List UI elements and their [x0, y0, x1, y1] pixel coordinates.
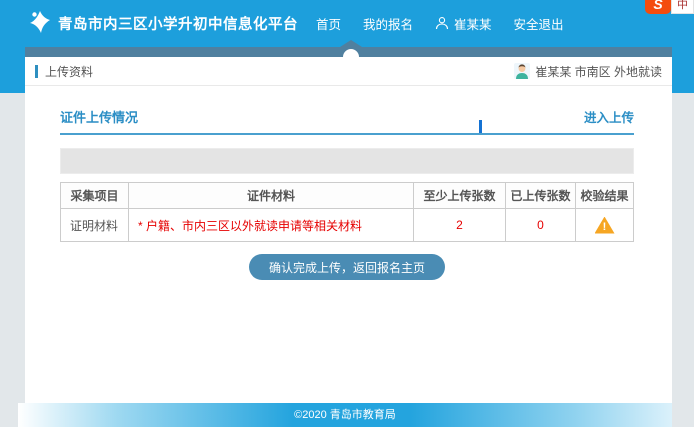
upload-status-table: 采集项目 证件材料 至少上传张数 已上传张数 校验结果 证明材料 * 户籍、市内…	[60, 182, 634, 242]
secondary-bar	[25, 47, 672, 57]
nav-item-home[interactable]: 首页	[316, 14, 341, 33]
bird-logo-icon	[30, 10, 50, 36]
cell-material: * 户籍、市内三区以外就读申请等相关材料	[129, 209, 414, 242]
ime-chinese-mode-toggle[interactable]: 中	[671, 0, 694, 14]
confirm-upload-return-button[interactable]: 确认完成上传，返回报名主页	[249, 254, 445, 280]
col-header-category: 采集项目	[61, 183, 129, 209]
empty-notice-box	[60, 148, 634, 174]
section-underline	[60, 133, 634, 135]
student-avatar-icon	[514, 63, 530, 79]
cell-check-result	[576, 209, 634, 242]
table-row: 证明材料 * 户籍、市内三区以外就读申请等相关材料 2 0	[61, 209, 634, 242]
nav-item-logout[interactable]: 安全退出	[514, 14, 564, 33]
cell-uploaded-count: 0	[506, 209, 576, 242]
breadcrumb-label: 上传资料	[45, 63, 93, 80]
sogou-ime-icon[interactable]: S	[645, 0, 671, 14]
page-title: 青岛市内三区小学升初中信息化平台	[58, 13, 298, 34]
enter-upload-link[interactable]: 进入上传	[584, 107, 634, 126]
user-icon	[435, 16, 449, 30]
col-header-check-result: 校验结果	[576, 183, 634, 209]
col-header-uploaded-count: 已上传张数	[506, 183, 576, 209]
section-title: 证件上传情况	[60, 107, 138, 126]
cell-category: 证明材料	[61, 209, 129, 242]
warning-triangle-icon	[595, 217, 615, 234]
content-card: 上传资料 崔某某 市南区 外地就读 证件上传情况 进入上传 采集项目 证	[25, 57, 672, 403]
cell-min-count: 2	[414, 209, 506, 242]
col-header-material: 证件材料	[129, 183, 414, 209]
table-header-row: 采集项目 证件材料 至少上传张数 已上传张数 校验结果	[61, 183, 634, 209]
footer-copyright: ©2020 青岛市教育局	[18, 403, 672, 427]
col-header-min-count: 至少上传张数	[414, 183, 506, 209]
text-cursor-bar	[479, 120, 482, 133]
nav-username: 崔某某	[454, 14, 492, 33]
nav-user-menu[interactable]: 崔某某	[435, 14, 492, 33]
active-tab-pointer-up	[340, 40, 362, 47]
ime-indicator: S 中	[645, 0, 694, 14]
main-nav: 首页 我的报名 崔某某 安全退出	[316, 14, 564, 33]
breadcrumb-accent-bar	[35, 65, 38, 78]
nav-item-my-registration[interactable]: 我的报名	[363, 14, 413, 33]
user-info-text: 崔某某 市南区 外地就读	[535, 63, 662, 80]
breadcrumb: 上传资料 崔某某 市南区 外地就读	[25, 57, 672, 86]
upload-status-section: 证件上传情况 进入上传 采集项目 证件材料 至少上传张数 已上传张数 校验结果	[25, 107, 672, 280]
